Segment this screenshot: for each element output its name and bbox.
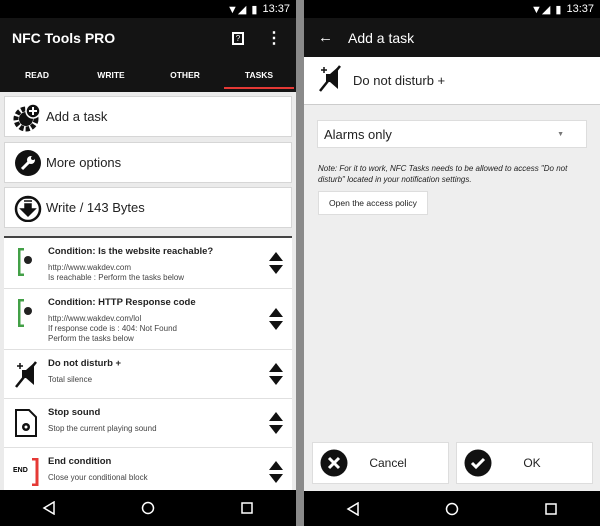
reorder-handle-icon[interactable] xyxy=(260,399,292,447)
tab-other[interactable]: OTHER xyxy=(148,58,222,92)
add-task-label: Add a task xyxy=(46,109,108,124)
web-condition-icon xyxy=(4,289,48,349)
recents-nav-icon[interactable] xyxy=(240,501,254,515)
ok-button[interactable]: OK xyxy=(456,442,593,484)
back-arrow-icon[interactable]: ← xyxy=(318,29,348,46)
cancel-label: Cancel xyxy=(369,456,407,470)
more-options-button[interactable]: More options xyxy=(4,142,292,183)
clock: 13:37 xyxy=(262,3,290,15)
home-nav-icon[interactable] xyxy=(445,502,459,516)
back-nav-icon[interactable] xyxy=(42,501,56,515)
reorder-handle-icon[interactable] xyxy=(260,448,292,496)
task-detail: Total silence xyxy=(48,375,93,384)
task-name: Do not disturb + xyxy=(353,73,446,88)
task-row[interactable]: END End condition Close your conditional … xyxy=(4,448,292,496)
task-detail: http://www.wakdev.com/lol xyxy=(48,314,142,323)
task-detail: Stop the current playing sound xyxy=(48,424,157,433)
page-title: Add a task xyxy=(348,29,415,46)
end-condition-icon: END xyxy=(4,448,48,496)
task-detail: If response code is : 404: Not Found xyxy=(48,324,177,333)
mode-value: Alarms only xyxy=(324,126,392,142)
wifi-icon: ▼◢ xyxy=(227,3,247,16)
clock: 13:37 xyxy=(566,3,594,15)
wifi-icon: ▼◢ xyxy=(531,3,551,16)
task-detail: Close your conditional block xyxy=(48,473,148,482)
more-options-label: More options xyxy=(46,155,122,170)
download-icon xyxy=(10,194,46,222)
do-not-disturb-icon xyxy=(4,350,48,398)
help-icon[interactable]: ? xyxy=(232,31,244,45)
task-row[interactable]: Condition: Is the website reachable? http… xyxy=(4,238,292,289)
open-access-policy-button[interactable]: Open the access policy xyxy=(318,191,428,215)
status-bar: ▼◢ ▮ 13:37 xyxy=(304,0,600,18)
add-task-button[interactable]: Add a task xyxy=(4,96,292,137)
task-row[interactable]: Stop sound Stop the current playing sound xyxy=(4,399,292,448)
task-row[interactable]: Do not disturb + Total silence xyxy=(4,350,292,399)
gear-add-icon xyxy=(10,102,46,132)
app-bar: NFC Tools PRO ? ⋮ xyxy=(0,18,296,58)
system-nav-bar xyxy=(0,490,296,526)
task-title: Condition: HTTP Response code xyxy=(48,297,196,308)
task-detail: http://www.wakdev.com xyxy=(48,263,131,272)
right-screen: ▼◢ ▮ 13:37 ← Add a task Do not disturb +… xyxy=(304,0,600,526)
status-bar: ▼◢ ▮ 13:37 xyxy=(0,0,296,18)
wrench-icon xyxy=(10,149,46,177)
check-icon xyxy=(464,449,492,477)
reorder-handle-icon[interactable] xyxy=(260,289,292,349)
left-screen: ▼◢ ▮ 13:37 NFC Tools PRO ? ⋮ READ WRITE … xyxy=(0,0,296,526)
app-title: NFC Tools PRO xyxy=(12,30,116,46)
home-nav-icon[interactable] xyxy=(141,501,155,515)
tab-read[interactable]: READ xyxy=(0,58,74,92)
app-bar: ← Add a task xyxy=(304,18,600,57)
cancel-x-icon xyxy=(320,449,348,477)
task-detail: Is reachable : Perform the tasks below xyxy=(48,273,185,282)
mode-dropdown[interactable]: Alarms only ▼ xyxy=(317,120,587,148)
task-title: End condition xyxy=(48,456,112,467)
back-nav-icon[interactable] xyxy=(346,501,360,516)
task-title: Stop sound xyxy=(48,407,101,418)
dropdown-arrow-icon: ▼ xyxy=(557,130,564,138)
battery-icon: ▮ xyxy=(555,3,562,16)
write-button[interactable]: Write / 143 Bytes xyxy=(4,187,292,228)
task-detail: Perform the tasks below xyxy=(48,334,134,343)
task-list: Condition: Is the website reachable? http… xyxy=(4,236,292,490)
write-label: Write / 143 Bytes xyxy=(46,200,145,215)
reorder-handle-icon[interactable] xyxy=(260,238,292,288)
stop-sound-icon xyxy=(4,399,48,447)
recents-nav-icon[interactable] xyxy=(544,502,558,516)
task-header: Do not disturb + xyxy=(304,57,600,105)
task-title: Do not disturb + xyxy=(48,358,122,369)
task-title: Condition: Is the website reachable? xyxy=(48,246,214,257)
cancel-button[interactable]: Cancel xyxy=(312,442,449,484)
permission-note: Note: For it to work, NFC Tasks needs to… xyxy=(318,164,568,184)
battery-icon: ▮ xyxy=(251,3,258,16)
more-menu-icon[interactable]: ⋮ xyxy=(266,28,282,48)
ok-label: OK xyxy=(523,456,541,470)
tab-write[interactable]: WRITE xyxy=(74,58,148,92)
reorder-handle-icon[interactable] xyxy=(260,350,292,398)
do-not-disturb-icon xyxy=(318,64,353,97)
tab-bar: READ WRITE OTHER TASKS xyxy=(0,58,296,92)
web-condition-icon xyxy=(4,238,48,288)
tab-tasks[interactable]: TASKS xyxy=(222,58,296,92)
system-nav-bar xyxy=(304,491,600,526)
task-row[interactable]: Condition: HTTP Response code http://www.… xyxy=(4,289,292,350)
